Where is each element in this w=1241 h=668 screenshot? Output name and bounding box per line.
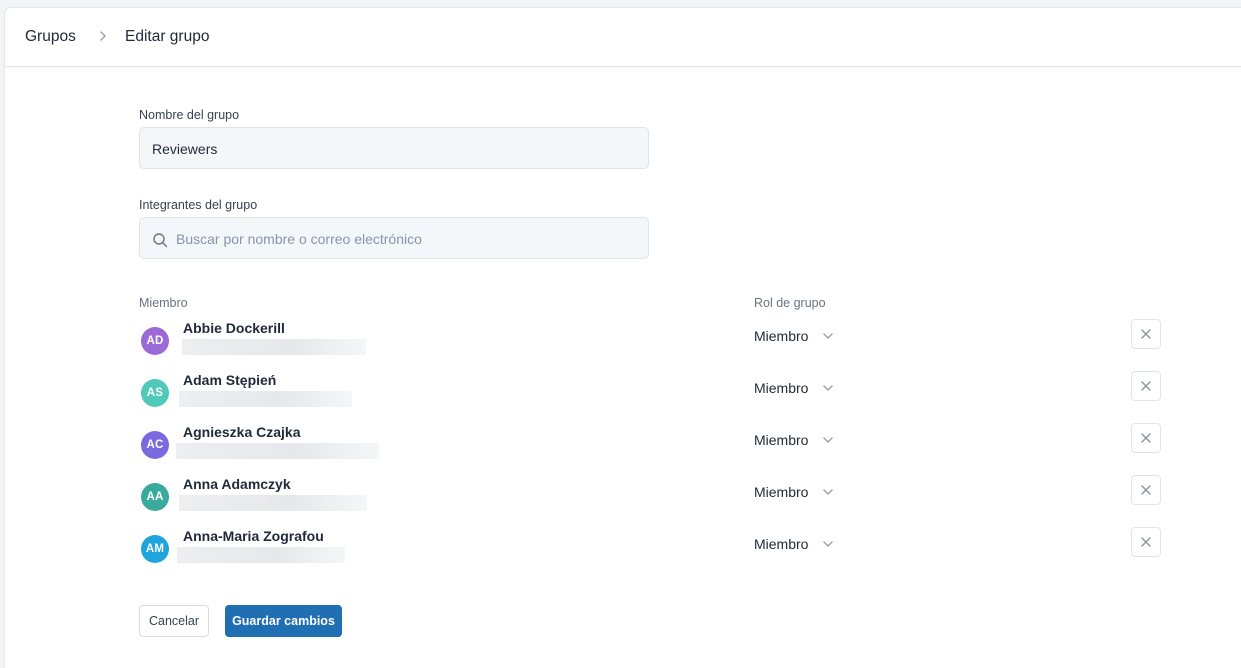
chevron-down-icon[interactable] [822,539,834,549]
save-changes-button[interactable]: Guardar cambios [225,605,342,637]
group-members-label: Integrantes del grupo [139,198,258,212]
close-icon [1141,485,1151,495]
remove-member-button[interactable] [1131,371,1161,401]
member-name: Adam Stępień [183,372,277,388]
member-email-redacted [182,339,366,355]
member-email-redacted [179,391,352,407]
chevron-down-icon[interactable] [822,331,834,341]
search-placeholder: Buscar por nombre o correo electrónico [176,231,422,247]
role-select[interactable]: Miembro [754,536,808,552]
cancel-button[interactable]: Cancelar [139,605,209,637]
remove-member-button[interactable] [1131,423,1161,453]
close-icon [1141,433,1151,443]
chevron-down-icon[interactable] [822,383,834,393]
close-icon [1141,381,1151,391]
member-email-redacted [176,443,379,459]
role-select[interactable]: Miembro [754,484,808,500]
chevron-down-icon[interactable] [822,487,834,497]
column-header-role: Rol de grupo [754,296,826,310]
member-name: Anna-Maria Zografou [183,528,324,544]
remove-member-button[interactable] [1131,319,1161,349]
avatar: AD [141,327,169,355]
member-name: Agnieszka Czajka [183,424,301,440]
member-search-input[interactable]: Buscar por nombre o correo electrónico [139,217,649,259]
breadcrumb-groups-link[interactable]: Grupos [25,28,76,46]
avatar: AC [141,431,169,459]
chevron-down-icon[interactable] [822,435,834,445]
member-email-redacted [177,547,345,563]
avatar: AM [141,535,169,563]
role-select[interactable]: Miembro [754,380,808,396]
member-email-redacted [179,495,367,511]
chevron-right-icon [100,31,106,41]
avatar: AA [141,483,169,511]
close-icon [1141,329,1151,339]
member-row: AS Adam Stępień Miembro [139,371,1169,427]
remove-member-button[interactable] [1131,475,1161,505]
member-row: AD Abbie Dockerill Miembro [139,319,1169,375]
group-name-input[interactable]: Reviewers [139,127,649,169]
page-title: Editar grupo [125,28,210,45]
member-row: AM Anna-Maria Zografou Miembro [139,527,1169,583]
remove-member-button[interactable] [1131,527,1161,557]
member-row: AC Agnieszka Czajka Miembro [139,423,1169,479]
page-header: Grupos Editar grupo [5,8,1241,67]
role-select[interactable]: Miembro [754,432,808,448]
role-select[interactable]: Miembro [754,328,808,344]
member-name: Abbie Dockerill [183,320,285,336]
avatar: AS [141,379,169,407]
group-name-value: Reviewers [152,141,218,157]
close-icon [1141,537,1151,547]
column-header-member: Miembro [139,296,188,310]
search-icon [153,233,168,248]
member-name: Anna Adamczyk [183,476,291,492]
group-name-label: Nombre del grupo [139,108,240,122]
member-row: AA Anna Adamczyk Miembro [139,475,1169,531]
app-window: Grupos Editar grupo Nombre del grupo Rev… [5,8,1241,668]
